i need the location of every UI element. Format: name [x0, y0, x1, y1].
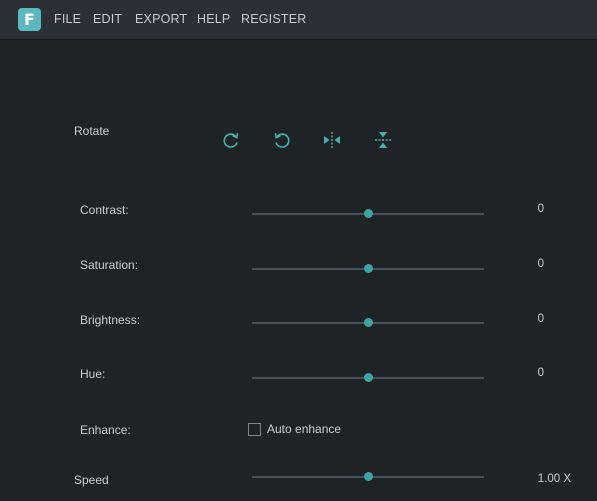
contrast-slider-thumb[interactable]: [363, 209, 373, 218]
auto-enhance-checkbox[interactable]: [248, 423, 261, 436]
flip-vertical-button[interactable]: [372, 129, 394, 151]
flip-vertical-icon: [375, 132, 391, 148]
hue-value: 0: [537, 367, 544, 379]
app-logo: F: [18, 8, 41, 31]
menu-help[interactable]: HELP: [197, 12, 230, 26]
hue-label: Hue:: [80, 367, 106, 381]
brightness-slider[interactable]: [252, 317, 484, 329]
rotate-counterclockwise-icon: [274, 133, 290, 148]
menu-bar: F FILE EDIT EXPORT HELP REGISTER: [0, 0, 597, 40]
flip-horizontal-button[interactable]: [321, 129, 343, 151]
saturation-slider[interactable]: [252, 263, 484, 275]
hue-slider-thumb[interactable]: [363, 373, 373, 382]
menu-register[interactable]: REGISTER: [241, 12, 307, 26]
contrast-value: 0: [537, 203, 544, 215]
saturation-label: Saturation:: [80, 258, 139, 272]
rotate-counterclockwise-button[interactable]: [271, 129, 293, 151]
speed-slider[interactable]: [252, 471, 484, 483]
rotate-label: Rotate: [74, 124, 110, 138]
saturation-slider-thumb[interactable]: [363, 264, 373, 273]
speed-slider-thumb[interactable]: [363, 472, 373, 481]
brightness-value: 0: [537, 313, 544, 325]
menu-export[interactable]: EXPORT: [135, 12, 187, 26]
enhance-label: Enhance:: [80, 423, 131, 437]
rotate-clockwise-icon: [223, 133, 239, 148]
rotate-clockwise-button[interactable]: [220, 129, 242, 151]
brightness-slider-thumb[interactable]: [363, 318, 373, 327]
auto-enhance-label[interactable]: Auto enhance: [267, 422, 341, 436]
speed-label: Speed: [74, 473, 109, 487]
flip-horizontal-icon: [324, 132, 340, 148]
saturation-value: 0: [537, 258, 544, 270]
hue-slider[interactable]: [252, 372, 484, 384]
brightness-label: Brightness:: [80, 313, 141, 327]
contrast-label: Contrast:: [80, 203, 129, 217]
contrast-slider[interactable]: [252, 208, 484, 220]
menu-edit[interactable]: EDIT: [93, 12, 122, 26]
speed-value: 1.00 X: [537, 473, 571, 485]
menu-file[interactable]: FILE: [54, 12, 81, 26]
